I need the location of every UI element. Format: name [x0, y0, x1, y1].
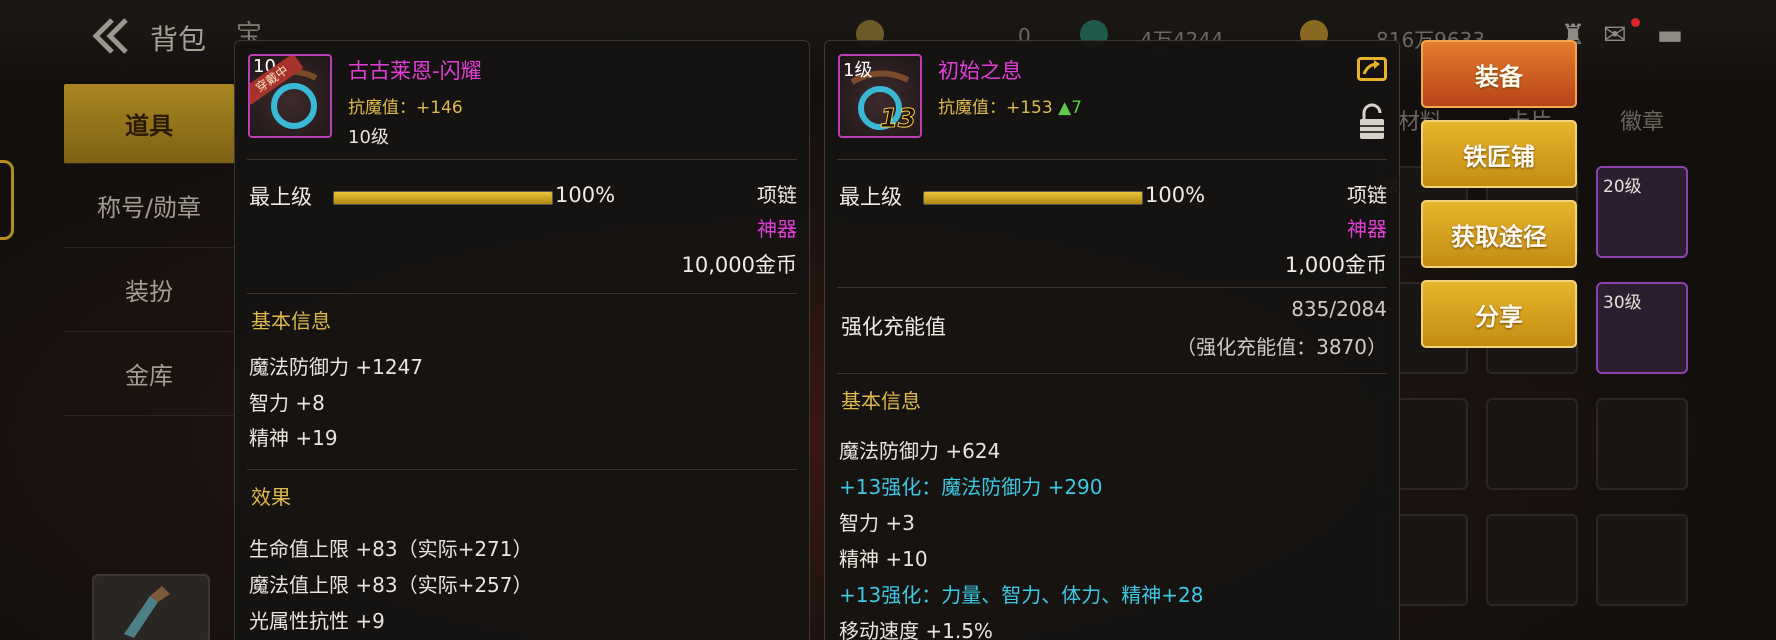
basic-info-title: 基本信息 [251, 309, 331, 333]
basic-stat: 精神 +19 [249, 426, 338, 450]
back-arrow-icon[interactable] [90, 16, 134, 56]
basic-stat: 移动速度 +1.5% [839, 619, 993, 640]
basic-stat: 魔法防御力 +1247 [249, 355, 424, 379]
category-tabs: 道具 称号/勋章 装扮 金库 [64, 84, 234, 416]
enhance-stat: +13强化：力量、智力、体力、精神+28 [839, 583, 1204, 607]
magic-resist-stat: 抗魔值：+146 [348, 93, 463, 118]
sell-price: 10,000金币 [681, 253, 797, 277]
equip-button[interactable]: 装备 [1421, 40, 1577, 108]
tab-titles[interactable]: 称号/勋章 [64, 164, 234, 248]
effect-line: 光属性抗性 +9 [249, 609, 385, 633]
effects-title: 效果 [251, 485, 291, 509]
divider [247, 469, 797, 470]
rarity-label: 神器 [757, 217, 797, 241]
grade-bar-fill [924, 192, 1142, 204]
stat-increase: ▲7 [1058, 98, 1082, 118]
basic-stat: 智力 +3 [839, 511, 915, 535]
basic-stat: 智力 +8 [249, 391, 325, 415]
effect-line: 魔法值上限 +83（实际+257） [249, 573, 533, 597]
grade-bar-fill [334, 192, 552, 204]
tab-vault[interactable]: 金库 [64, 332, 234, 416]
inventory-slot[interactable]: 30级 [1596, 282, 1688, 374]
grade-bar [333, 191, 553, 205]
mail-icon[interactable]: ✉ [1598, 20, 1632, 50]
acquire-source-button[interactable]: 获取途径 [1421, 200, 1577, 268]
divider [247, 293, 797, 294]
equipped-item-tooltip: 10 穿戴中 古古莱恩-闪耀 抗魔值：+146 10级 最上级 100% 项链 … [234, 40, 810, 640]
mail-notification-dot [1631, 18, 1640, 27]
share-icon[interactable] [1357, 57, 1387, 81]
brush-icon [124, 586, 170, 638]
sell-price: 1,000金币 [1284, 253, 1387, 277]
rarity-label: 神器 [1347, 217, 1387, 241]
item-icon: 1级 13 [838, 54, 922, 138]
inventory-slot[interactable] [1486, 514, 1578, 606]
basic-stat: 精神 +10 [839, 547, 928, 571]
divider [247, 159, 797, 160]
effect-line: 生命值上限 +83（实际+271） [249, 537, 533, 561]
stat-value: +146 [416, 98, 463, 118]
share-button[interactable]: 分享 [1421, 280, 1577, 348]
bottom-item-slot[interactable] [92, 574, 210, 640]
inventory-tab-badges[interactable]: 徽章 [1620, 104, 1664, 136]
enhance-level: 13 [879, 104, 916, 135]
grade-bar [923, 191, 1143, 205]
item-icon: 10 穿戴中 [248, 54, 332, 138]
grade-percent: 100% [1145, 183, 1206, 207]
inventory-slot[interactable] [1596, 514, 1688, 606]
blacksmith-button[interactable]: 铁匠铺 [1421, 120, 1577, 188]
item-level: 10级 [348, 127, 389, 148]
slot-type: 项链 [757, 183, 797, 207]
inventory-slot[interactable] [1486, 398, 1578, 490]
left-edge-handle[interactable] [0, 160, 14, 240]
charge-value: 835/2084 [1291, 297, 1387, 321]
stat-key: 抗魔值： [938, 98, 1006, 118]
stat-value: +153 [1006, 98, 1053, 118]
slot-type: 项链 [1347, 183, 1387, 207]
lock-icon[interactable] [1358, 103, 1386, 141]
divider [837, 159, 1387, 160]
item-name: 初始之息 [938, 59, 1022, 83]
charge-total: （强化充能值：3870） [1176, 335, 1387, 359]
page-title: 背包 [150, 23, 207, 56]
slot-level: 30级 [1603, 293, 1642, 313]
charge-label: 强化充能值 [841, 315, 946, 339]
tab-items[interactable]: 道具 [64, 84, 234, 164]
magic-resist-stat: 抗魔值：+153 ▲7 [938, 93, 1082, 118]
stat-key: 抗魔值： [348, 98, 416, 118]
divider [837, 287, 1387, 288]
divider [837, 373, 1387, 374]
selected-item-tooltip: 1级 13 初始之息 抗魔值：+153 ▲7 最上级 100% 项链 神器 1,… [824, 40, 1400, 640]
item-icon-level: 1级 [843, 60, 873, 81]
chat-icon[interactable]: ▬ [1653, 20, 1687, 50]
inventory-slot[interactable] [1596, 398, 1688, 490]
enhance-stat: +13强化：魔法防御力 +290 [839, 475, 1103, 499]
tab-avatar[interactable]: 装扮 [64, 248, 234, 332]
slot-level: 20级 [1603, 177, 1642, 197]
grade-label: 最上级 [249, 185, 312, 209]
basic-info-title: 基本信息 [841, 389, 921, 413]
item-name: 古古莱恩-闪耀 [348, 59, 482, 83]
inventory-slot[interactable]: 20级 [1596, 166, 1688, 258]
grade-label: 最上级 [839, 185, 902, 209]
grade-percent: 100% [555, 183, 616, 207]
basic-stat: 魔法防御力 +624 [839, 439, 1001, 463]
